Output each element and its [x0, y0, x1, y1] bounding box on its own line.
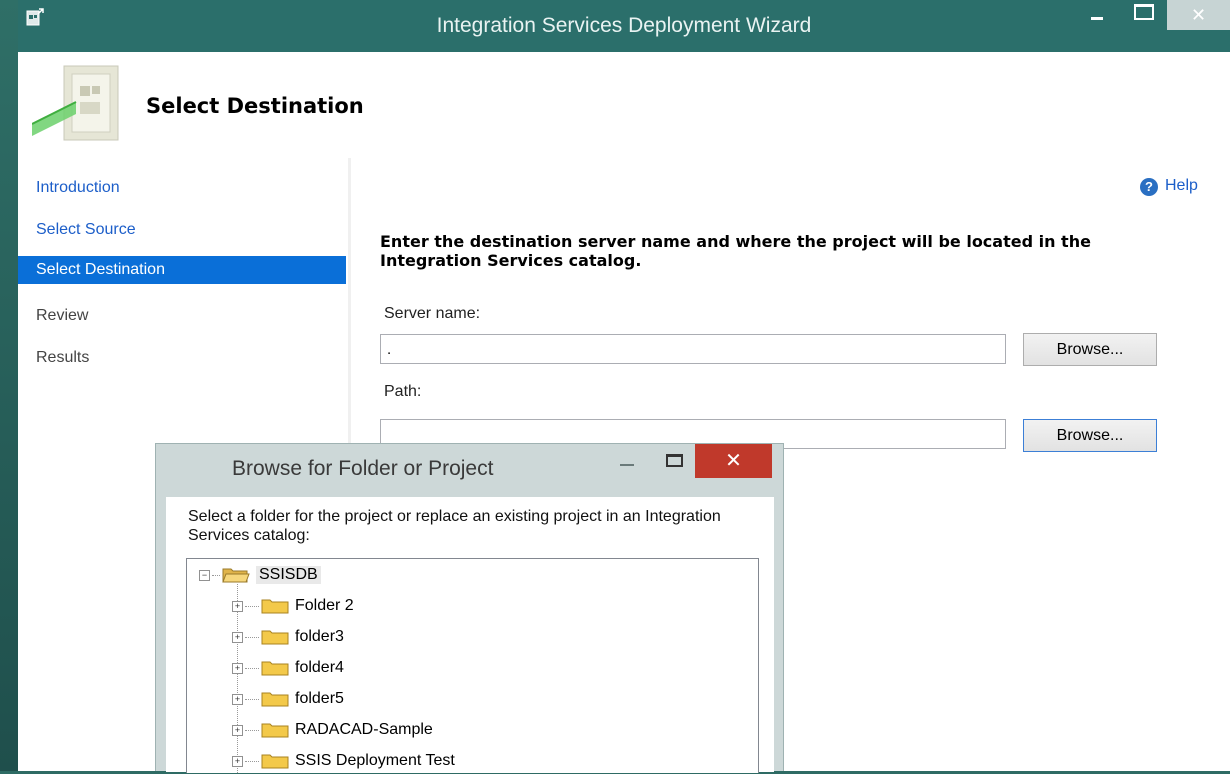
tree-connector [245, 729, 259, 731]
tree-label[interactable]: folder4 [295, 659, 344, 677]
folder-icon [261, 692, 289, 707]
server-browse-button[interactable]: Browse... [1023, 333, 1157, 366]
tree-connector [245, 667, 259, 669]
nav-item-introduction[interactable]: Introduction [18, 174, 346, 202]
wizard-header: Select Destination [18, 52, 1230, 159]
tree-label[interactable]: RADACAD-Sample [295, 721, 433, 739]
tree-connector [245, 605, 259, 607]
server-name-input[interactable] [380, 334, 1006, 364]
expand-icon[interactable]: + [232, 662, 243, 674]
dialog-close-button[interactable]: ✕ [695, 444, 772, 478]
expand-icon[interactable]: + [232, 600, 243, 612]
expand-icon[interactable]: + [232, 693, 243, 705]
tree-connector [212, 574, 220, 576]
expand-icon[interactable]: + [232, 755, 243, 767]
page-title: Select Destination [146, 94, 364, 118]
wizard-banner-icon [32, 65, 119, 141]
dialog-instruction: Select a folder for the project or repla… [188, 508, 721, 544]
collapse-icon[interactable]: − [199, 569, 210, 581]
browse-folder-dialog: Browse for Folder or Project ✕ Select a … [155, 443, 784, 773]
folder-icon [261, 754, 289, 769]
folder-icon [261, 599, 289, 614]
folder-open-icon [222, 568, 250, 583]
tree-node-root[interactable]: − SSISDB [199, 562, 321, 588]
expand-icon[interactable]: + [232, 631, 243, 643]
desktop-background [0, 0, 18, 771]
nav-item-select-destination[interactable]: Select Destination [18, 256, 346, 284]
nav-item-results: Results [36, 349, 90, 366]
folder-icon [261, 723, 289, 738]
tree-label-root[interactable]: SSISDB [256, 566, 321, 584]
dialog-maximize-icon[interactable] [666, 454, 683, 467]
tree-node[interactable]: + folder5 [232, 686, 344, 712]
path-label: Path: [384, 383, 422, 400]
tree-label[interactable]: folder5 [295, 690, 344, 708]
nav-item-review: Review [36, 307, 89, 324]
nav-item-select-source[interactable]: Select Source [18, 216, 346, 244]
dialog-minimize-icon[interactable] [620, 464, 634, 466]
tree-node[interactable]: + RADACAD-Sample [232, 717, 433, 743]
tree-label[interactable]: folder3 [295, 628, 344, 646]
minimize-icon [1091, 16, 1103, 20]
tree-connector [245, 698, 259, 700]
minimize-button[interactable] [1082, 0, 1112, 30]
title-bar[interactable]: Integration Services Deployment Wizard ✕ [18, 0, 1230, 52]
tree-node[interactable]: + Folder 2 [232, 593, 354, 619]
path-browse-button[interactable]: Browse... [1023, 419, 1157, 452]
folder-icon [261, 630, 289, 645]
expand-icon[interactable]: + [232, 724, 243, 736]
tree-connector [245, 760, 259, 762]
tree-node[interactable]: + folder3 [232, 624, 344, 650]
window-title: Integration Services Deployment Wizard [436, 14, 812, 37]
server-name-label: Server name: [384, 305, 481, 322]
maximize-icon [1134, 4, 1154, 20]
tree-node[interactable]: + folder4 [232, 655, 344, 681]
tree-label[interactable]: Folder 2 [295, 597, 354, 615]
instruction-text: Enter the destination server name and wh… [380, 232, 1091, 270]
tree-connector [245, 636, 259, 638]
maximize-button[interactable] [1126, 0, 1162, 30]
folder-tree[interactable]: − SSISDB + Folder 2 + folder3 + folder4 … [186, 558, 759, 773]
folder-icon [261, 661, 289, 676]
dialog-title: Browse for Folder or Project [232, 457, 494, 480]
close-button[interactable]: ✕ [1167, 0, 1230, 30]
close-icon: ✕ [1190, 4, 1207, 25]
help-link[interactable]: Help [1165, 177, 1198, 195]
tree-label[interactable]: SSIS Deployment Test [295, 752, 455, 770]
dialog-body: Select a folder for the project or repla… [166, 497, 774, 773]
help-icon[interactable]: ? [1140, 178, 1158, 196]
tree-node[interactable]: + SSIS Deployment Test [232, 748, 455, 774]
